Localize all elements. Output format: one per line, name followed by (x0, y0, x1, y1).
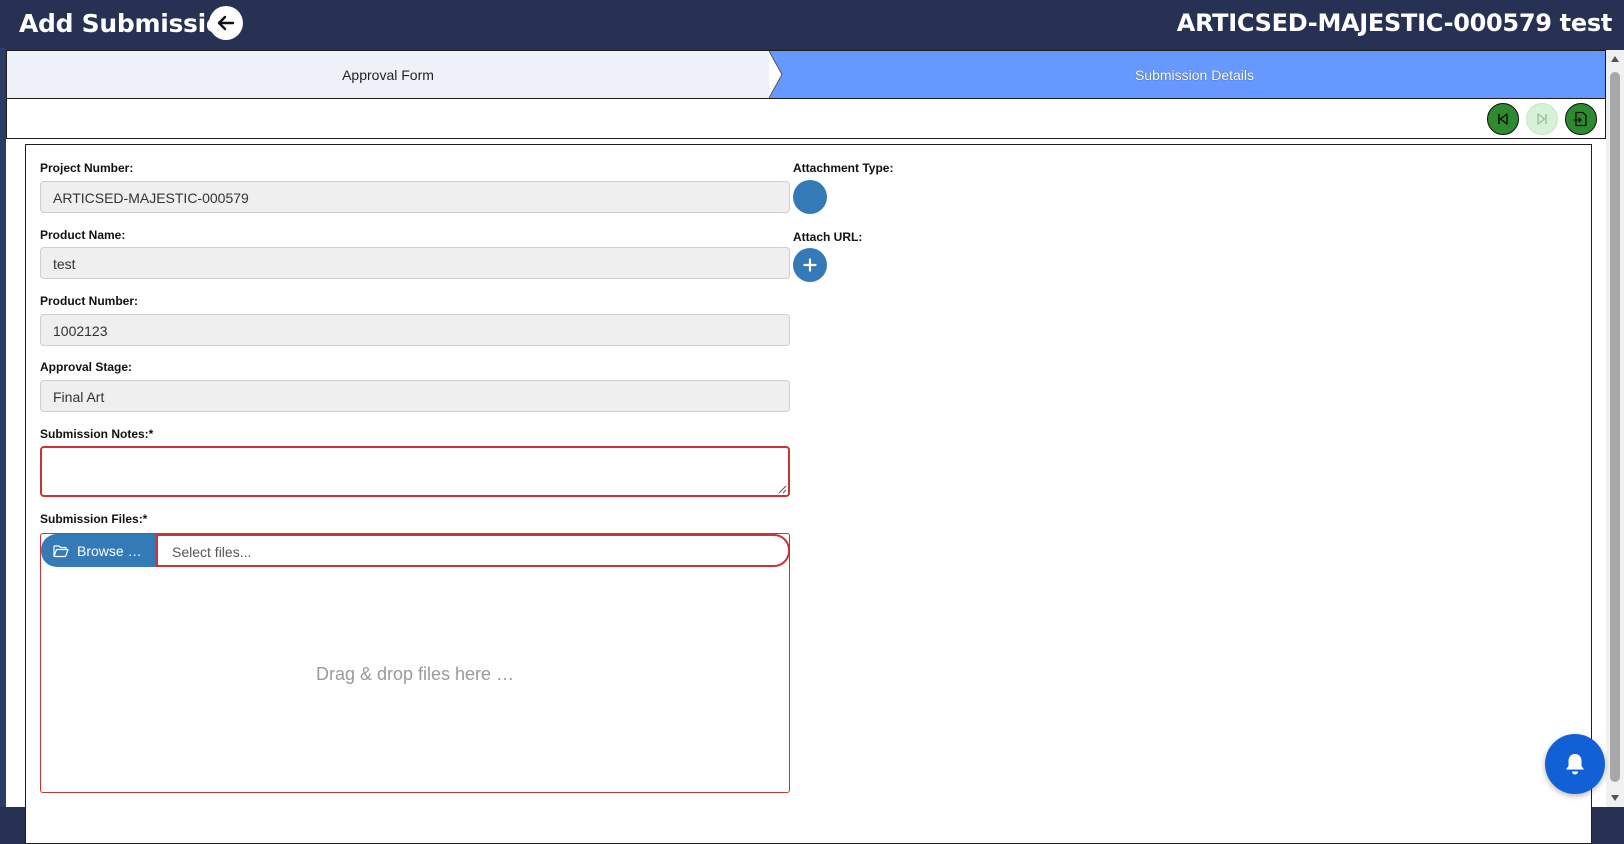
step-label: Submission Details (1134, 66, 1255, 83)
first-step-button[interactable] (1487, 103, 1519, 135)
product-name-field[interactable]: test (40, 247, 790, 279)
project-number-field[interactable]: ARTICSED-MAJESTIC-000579 (40, 181, 790, 213)
submission-form: Project Number: ARTICSED-MAJESTIC-000579… (25, 144, 1592, 844)
file-select-input[interactable]: Select files... (156, 534, 790, 567)
main-panel: Approval Form Submission Details Project… (6, 50, 1606, 844)
product-name-label: Product Name: (40, 228, 126, 242)
resize-grip-icon[interactable] (778, 485, 787, 494)
submit-button[interactable] (1565, 103, 1597, 135)
scroll-down-icon[interactable] (1610, 794, 1620, 802)
skip-forward-icon (1537, 113, 1547, 125)
approval-stage-label: Approval Stage: (40, 360, 133, 374)
submission-notes-label: Submission Notes:* (40, 427, 154, 441)
bell-icon (1566, 754, 1584, 775)
project-title: ARTICSED-MAJESTIC-000579 test (1176, 9, 1613, 37)
plus-icon (803, 258, 817, 272)
approval-stage-field[interactable]: Final Art (40, 380, 790, 412)
product-number-field[interactable]: 1002123 (40, 314, 790, 346)
browse-label: Browse … (77, 542, 142, 559)
arrow-left-icon (217, 15, 235, 31)
submission-files-label: Submission Files:* (40, 512, 148, 526)
file-dropzone[interactable]: Browse … Select files... Drag & drop fil… (40, 533, 790, 793)
attachment-type-label: Attachment Type: (793, 161, 894, 175)
page-scrollbar[interactable] (1606, 50, 1624, 807)
step-submission-details[interactable]: Submission Details (7, 51, 1605, 98)
page-title: Add Submission (19, 9, 241, 38)
scroll-up-icon[interactable] (1610, 55, 1620, 63)
attach-url-label: Attach URL: (793, 230, 863, 244)
stepper: Approval Form Submission Details (6, 50, 1606, 99)
submission-notes-input[interactable] (40, 446, 790, 497)
skip-back-icon (1498, 113, 1508, 125)
form-toolbar (6, 99, 1606, 139)
folder-open-icon (53, 544, 69, 557)
notifications-button[interactable] (1545, 734, 1605, 794)
app-header: Add Submission ARTICSED-MAJESTIC-000579 … (0, 0, 1624, 48)
scrollbar-thumb[interactable] (1610, 72, 1620, 782)
browse-button[interactable]: Browse … (41, 534, 157, 567)
back-button[interactable] (209, 6, 243, 40)
add-url-button[interactable] (793, 248, 827, 282)
attachment-type-toggle[interactable] (793, 180, 827, 214)
project-number-label: Project Number: (40, 161, 134, 175)
drop-hint: Drag & drop files here … (315, 664, 515, 684)
next-step-button[interactable] (1526, 103, 1558, 135)
product-number-label: Product Number: (40, 294, 139, 308)
submit-document-icon (1573, 111, 1587, 127)
